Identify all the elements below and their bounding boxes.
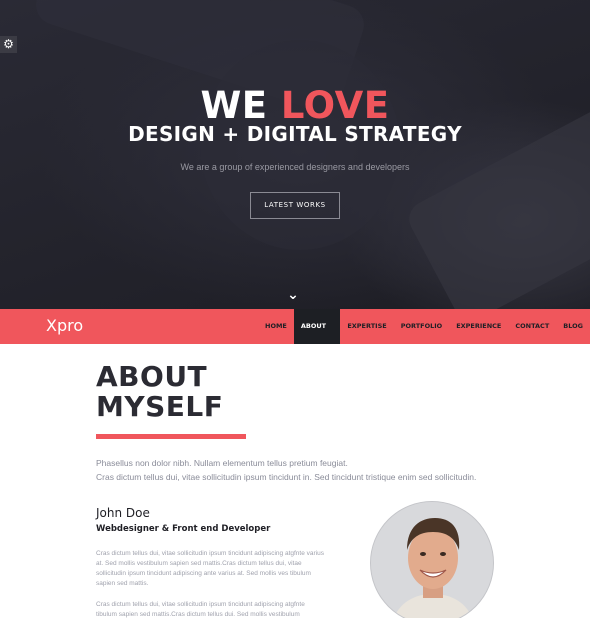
- hero-tagline: We are a group of experienced designers …: [180, 162, 410, 172]
- navbar: Xpro HOME ABOUT ME EXPERTISE PORTFOLIO E…: [0, 309, 590, 365]
- logo[interactable]: Xpro: [46, 316, 83, 335]
- hero-title-love: LOVE: [280, 84, 390, 127]
- nav-item-portfolio[interactable]: PORTFOLIO: [394, 309, 450, 344]
- person-role: Webdesigner & Front end Developer: [96, 524, 271, 534]
- about-title: ABOUT MYSELF: [96, 362, 316, 422]
- nav-item-experience[interactable]: EXPERIENCE: [449, 309, 508, 344]
- about-intro-line1: Phasellus non dolor nibh. Nullam element…: [96, 458, 348, 468]
- hero-title: WE LOVE: [0, 84, 590, 127]
- latest-works-button[interactable]: LATEST WORKS: [250, 192, 340, 219]
- gear-icon[interactable]: ⚙: [0, 36, 17, 53]
- hero-subtitle: DESIGN + DIGITAL STRATEGY: [128, 122, 462, 146]
- chevron-down-icon[interactable]: ⌄: [283, 287, 303, 303]
- avatar: [370, 501, 494, 618]
- accent-divider: [96, 434, 246, 439]
- about-intro: Phasellus non dolor nibh. Nullam element…: [96, 456, 506, 484]
- bio-paragraph: Cras dictum tellus dui, vitae sollicitud…: [96, 601, 305, 618]
- hero-section: ⚙ WE LOVE DESIGN + DIGITAL STRATEGY We a…: [0, 0, 590, 309]
- nav-item-contact[interactable]: CONTACT: [508, 309, 556, 344]
- nav-item-about-me[interactable]: ABOUT ME: [293, 309, 341, 365]
- person-name: John Doe: [96, 506, 150, 520]
- nav-item-blog[interactable]: BLOG: [556, 309, 590, 344]
- about-title-line2: MYSELF: [96, 390, 224, 423]
- nav-item-expertise[interactable]: EXPERTISE: [340, 309, 393, 344]
- about-title-line1: ABOUT: [96, 360, 208, 393]
- about-intro-line2: Cras dictum tellus dui, vitae sollicitud…: [96, 472, 477, 482]
- avatar-portrait: [371, 502, 493, 618]
- hero-title-we: WE: [200, 84, 281, 127]
- nav-item-home[interactable]: HOME: [258, 309, 294, 344]
- nav-menu: HOME ABOUT ME EXPERTISE PORTFOLIO EXPERI…: [258, 309, 590, 365]
- bio-paragraph: Cras dictum tellus dui, vitae sollicitud…: [96, 550, 324, 587]
